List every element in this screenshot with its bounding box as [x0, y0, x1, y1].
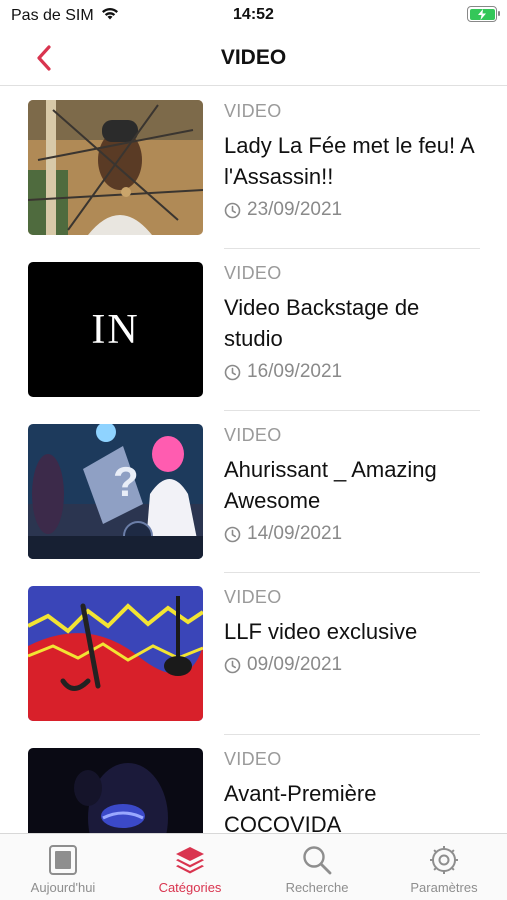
tab-today[interactable]: Aujourd'hui	[0, 834, 126, 900]
tab-label: Aujourd'hui	[30, 880, 96, 895]
thumbnail-text: IN	[91, 306, 140, 353]
video-thumbnail[interactable]: IN	[28, 262, 203, 397]
tab-categories[interactable]: Catégories	[127, 834, 253, 900]
status-time: 14:52	[233, 6, 274, 23]
status-bar: Pas de SIM 14:52	[0, 0, 507, 30]
abstract-art-icon	[28, 586, 203, 721]
list-item[interactable]: IN VIDEO Video Backstage de studio 16/09…	[0, 249, 507, 411]
item-category: VIDEO	[224, 587, 282, 607]
tab-bar: Aujourd'hui Catégories Recherche Paramèt…	[0, 833, 507, 900]
item-date: 14/09/2021	[247, 523, 343, 544]
item-category: VIDEO	[224, 425, 282, 445]
video-thumbnail[interactable]	[28, 100, 203, 235]
concert-photo-icon: ?	[28, 424, 203, 559]
video-list: VIDEO Lady La Fée met le feu! A l'Assass…	[0, 87, 507, 833]
tab-label: Recherche	[285, 880, 349, 895]
list-item[interactable]: VIDEO Avant-Première COCOVIDA	[0, 735, 507, 833]
item-title: LLF video exclusive	[224, 619, 418, 644]
layers-icon	[176, 847, 204, 874]
list-item[interactable]: VIDEO Lady La Fée met le feu! A l'Assass…	[0, 87, 507, 249]
tab-settings[interactable]: Paramètres	[381, 834, 507, 900]
tab-label: Catégories	[158, 880, 222, 895]
list-item[interactable]: VIDEO LLF video exclusive 09/09/2021	[0, 573, 507, 735]
video-thumbnail[interactable]: ?	[28, 424, 203, 559]
list-item[interactable]: ? VIDEO Ahurissant _ Amazing Awesome 14/…	[0, 411, 507, 573]
clock-icon	[224, 657, 241, 673]
item-category: VIDEO	[224, 101, 282, 121]
clock-icon	[224, 364, 241, 380]
newspaper-icon	[49, 845, 77, 875]
navigation-bar: VIDEO	[0, 30, 507, 86]
item-date: 16/09/2021	[247, 361, 343, 382]
clock-icon	[224, 526, 241, 542]
item-date: 23/09/2021	[247, 199, 343, 220]
gear-icon	[430, 846, 458, 874]
search-icon	[303, 846, 332, 875]
item-title: Avant-Première COCOVIDA	[224, 781, 377, 833]
video-thumbnail[interactable]	[28, 586, 203, 721]
battery-icon	[467, 6, 500, 22]
video-thumbnail[interactable]	[28, 748, 203, 833]
item-category: VIDEO	[224, 749, 282, 769]
item-title: Ahurissant _ Amazing Awesome	[224, 457, 437, 513]
item-title: Video Backstage de studio	[224, 295, 420, 351]
tab-label: Paramètres	[410, 880, 478, 895]
page-title: VIDEO	[220, 46, 287, 69]
portrait-photo-icon	[28, 100, 203, 235]
item-title: Lady La Fée met le feu! A l'Assassin!!	[224, 133, 474, 189]
clock-icon	[224, 202, 241, 218]
svg-text:?: ?	[113, 458, 139, 505]
tab-search[interactable]: Recherche	[254, 834, 380, 900]
item-category: VIDEO	[224, 263, 282, 283]
dark-portrait-icon	[28, 748, 203, 833]
item-date: 09/09/2021	[247, 654, 343, 675]
